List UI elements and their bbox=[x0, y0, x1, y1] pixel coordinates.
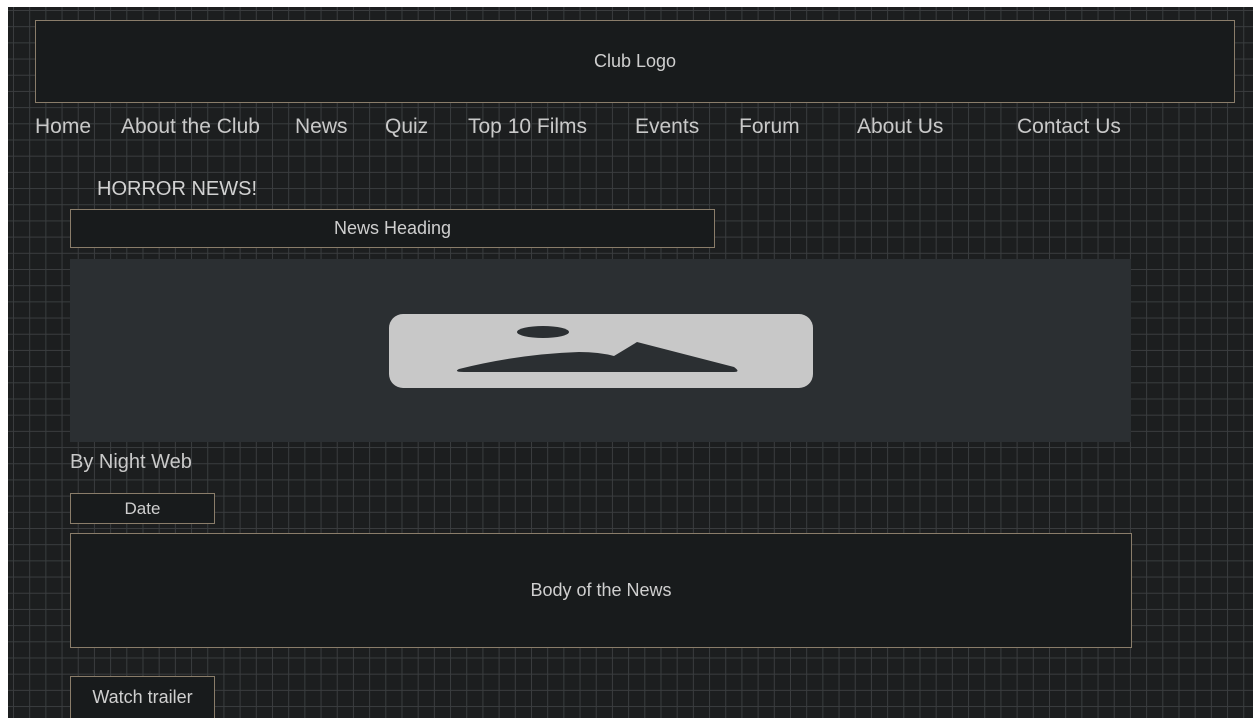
news-image bbox=[70, 259, 1131, 442]
news-heading-label: News Heading bbox=[333, 218, 452, 238]
nav-item-home[interactable]: Home bbox=[35, 115, 91, 139]
club-logo-label: Club Logo bbox=[593, 51, 677, 71]
club-logo[interactable]: Club Logo bbox=[35, 20, 1235, 103]
page-canvas: Club Logo Home About the Club News Quiz … bbox=[8, 7, 1253, 718]
nav-item-news[interactable]: News bbox=[295, 115, 348, 139]
image-placeholder-icon bbox=[389, 314, 813, 388]
nav-item-forum[interactable]: Forum bbox=[739, 115, 800, 139]
nav-item-about-the-club[interactable]: About the Club bbox=[121, 115, 260, 139]
nav-item-top-10-films[interactable]: Top 10 Films bbox=[468, 115, 587, 139]
section-title: HORROR NEWS! bbox=[97, 178, 257, 200]
news-body: Body of the News bbox=[70, 533, 1132, 648]
watch-trailer-button[interactable]: Watch trailer bbox=[70, 676, 215, 718]
news-date: Date bbox=[70, 493, 215, 524]
nav-item-events[interactable]: Events bbox=[635, 115, 699, 139]
news-body-label: Body of the News bbox=[530, 580, 672, 600]
news-heading: News Heading bbox=[70, 209, 715, 248]
news-date-label: Date bbox=[124, 498, 161, 518]
nav-item-contact-us[interactable]: Contact Us bbox=[1017, 115, 1121, 139]
nav-item-about-us[interactable]: About Us bbox=[857, 115, 943, 139]
watch-trailer-label: Watch trailer bbox=[92, 687, 193, 707]
nav-item-quiz[interactable]: Quiz bbox=[385, 115, 428, 139]
news-author: By Night Web bbox=[70, 451, 192, 473]
